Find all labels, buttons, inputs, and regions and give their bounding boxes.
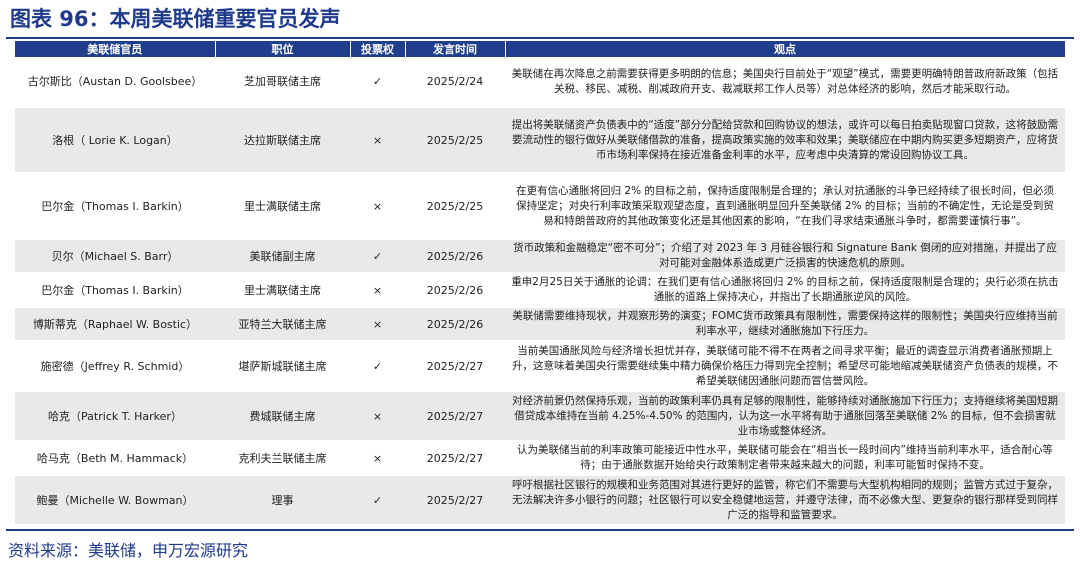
header-position: 职位	[215, 41, 351, 57]
view-text: 当前美国通胀风险与经济增长担忧并存，美联储可能不得不在两者之间寻求平衡；最近的调…	[505, 341, 1065, 392]
official-position: 芝加哥联储主席	[215, 57, 350, 108]
official-name: 贝尔（Michael S. Barr）	[15, 239, 215, 274]
page-title: 图表 96：本周美联储重要官员发声	[10, 7, 341, 31]
header-view: 观点	[505, 41, 1066, 57]
official-name: 哈马克（Beth M. Hammack）	[15, 441, 215, 476]
vote-mark: ×	[350, 107, 405, 174]
table-row: 哈克（Patrick T. Harker） 费城联储主席 × 2025/2/27…	[15, 391, 1065, 442]
official-position: 达拉斯联储主席	[215, 107, 350, 174]
vote-mark: ✓	[350, 57, 405, 108]
view-text: 在更有信心通胀将回归 2% 的目标之前，保持适度限制是合理的；承认对抗通胀的斗争…	[505, 173, 1065, 240]
vote-mark: ✓	[350, 239, 405, 274]
official-name: 巴尔金（Thomas I. Barkin）	[15, 273, 215, 308]
table-row: 巴尔金（Thomas I. Barkin） 里士满联储主席 × 2025/2/2…	[15, 273, 1065, 308]
view-text: 认为美联储当前的利率政策可能接近中性水平，美联储可能会在“相当长一段时间内”维持…	[505, 441, 1065, 476]
source-note: 资料来源：美联储，申万宏源研究	[8, 541, 249, 560]
view-text: 重申2月25日关于通胀的论调：在我们更有信心通胀将回归 2% 的目标之前，保持适…	[505, 273, 1065, 308]
table-row: 博斯蒂克（Raphael W. Bostic） 亚特兰大联储主席 × 2025/…	[15, 307, 1065, 342]
official-name: 哈克（Patrick T. Harker）	[15, 391, 215, 442]
table-row: 施密德（Jeffrey R. Schmid） 堪萨斯城联储主席 ✓ 2025/2…	[15, 341, 1065, 392]
official-name: 施密德（Jeffrey R. Schmid）	[15, 341, 215, 392]
speech-date: 2025/2/26	[405, 273, 505, 308]
official-position: 克利夫兰联储主席	[215, 441, 350, 476]
vote-mark: ×	[350, 273, 405, 308]
speech-date: 2025/2/27	[405, 391, 505, 442]
speech-date: 2025/2/27	[405, 341, 505, 392]
vote-mark: ×	[350, 441, 405, 476]
table-row: 洛根（ Lorie K. Logan） 达拉斯联储主席 × 2025/2/25 …	[15, 107, 1065, 174]
header-date: 发言时间	[405, 41, 506, 57]
speech-date: 2025/2/24	[405, 57, 505, 108]
view-text: 美联储在再次降息之前需要获得更多明朗的信息；美国央行目前处于“观望”模式，需要更…	[505, 57, 1065, 108]
official-position: 亚特兰大联储主席	[215, 307, 350, 342]
vote-mark: ✓	[350, 475, 405, 526]
official-name: 鲍曼（Michelle W. Bowman）	[15, 475, 215, 526]
official-position: 里士满联储主席	[215, 273, 350, 308]
speech-date: 2025/2/25	[405, 173, 505, 240]
header-vote: 投票权	[350, 41, 406, 57]
table-row: 古尔斯比（Austan D. Goolsbee） 芝加哥联储主席 ✓ 2025/…	[15, 57, 1065, 108]
official-position: 堪萨斯城联储主席	[215, 341, 350, 392]
official-name: 博斯蒂克（Raphael W. Bostic）	[15, 307, 215, 342]
speech-date: 2025/2/26	[405, 239, 505, 274]
view-text: 对经济前景仍然保持乐观，当前的政策利率仍具有足够的限制性，能够持续对通胀施加下行…	[505, 391, 1065, 442]
header-official: 美联储官员	[15, 41, 216, 57]
table-row: 哈马克（Beth M. Hammack） 克利夫兰联储主席 × 2025/2/2…	[15, 441, 1065, 476]
view-text: 呼吁根据社区银行的规模和业务范围对其进行更好的监管，称它们不需要与大型机构相同的…	[505, 475, 1065, 526]
footer-divider	[6, 529, 1074, 531]
speech-date: 2025/2/25	[405, 107, 505, 174]
view-text: 美联储需要维持现状，并观察形势的演变；FOMC货币政策具有限制性，需要保持这样的…	[505, 307, 1065, 342]
official-position: 美联储副主席	[215, 239, 350, 274]
vote-mark: ×	[350, 391, 405, 442]
official-name: 洛根（ Lorie K. Logan）	[15, 107, 215, 174]
official-position: 费城联储主席	[215, 391, 350, 442]
table-header-row: 美联储官员 职位 投票权 发言时间 观点	[15, 41, 1066, 57]
table-row: 鲍曼（Michelle W. Bowman） 理事 ✓ 2025/2/27 呼吁…	[15, 475, 1065, 526]
speech-date: 2025/2/27	[405, 475, 505, 526]
speech-date: 2025/2/27	[405, 441, 505, 476]
vote-mark: ×	[350, 173, 405, 240]
view-text: 提出将美联储资产负债表中的“适度”部分分配给贷款和回购协议的想法，或许可以每日拍…	[505, 107, 1065, 174]
title-divider	[6, 37, 1074, 39]
official-name: 巴尔金（Thomas I. Barkin）	[15, 173, 215, 240]
table-row: 贝尔（Michael S. Barr） 美联储副主席 ✓ 2025/2/26 货…	[15, 239, 1065, 274]
view-text: 货币政策和金融稳定“密不可分”；介绍了对 2023 年 3 月硅谷银行和 Sig…	[505, 239, 1065, 274]
official-position: 理事	[215, 475, 350, 526]
officials-table: 美联储官员 职位 投票权 发言时间 观点 古尔斯比（Austan D. Gool…	[15, 41, 1066, 526]
vote-mark: ×	[350, 307, 405, 342]
official-name: 古尔斯比（Austan D. Goolsbee）	[15, 57, 215, 108]
vote-mark: ✓	[350, 341, 405, 392]
speech-date: 2025/2/26	[405, 307, 505, 342]
table-row: 巴尔金（Thomas I. Barkin） 里士满联储主席 × 2025/2/2…	[15, 173, 1065, 240]
official-position: 里士满联储主席	[215, 173, 350, 240]
